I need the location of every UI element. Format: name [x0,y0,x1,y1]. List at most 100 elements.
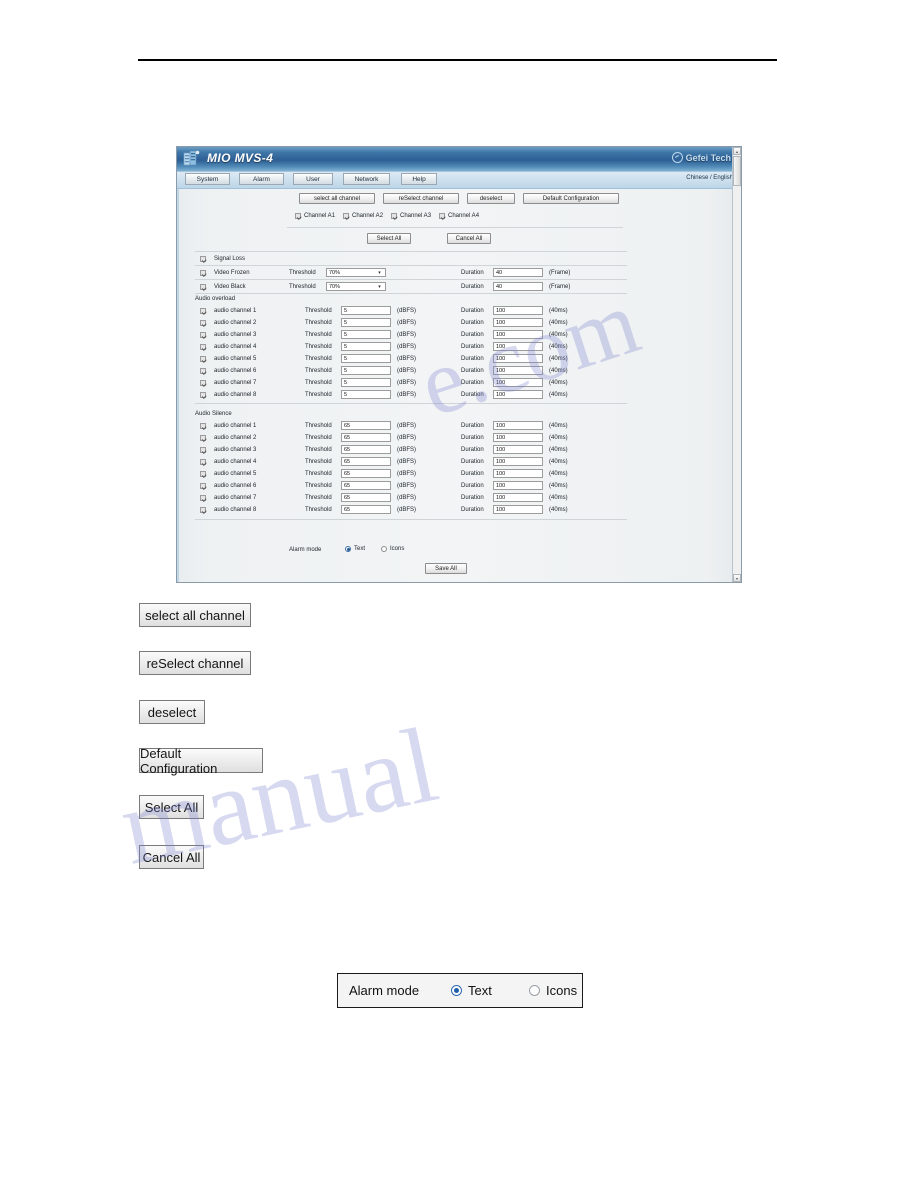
audio-overload-duration-input-2[interactable]: 100 [493,318,543,327]
checkbox-icon[interactable] [200,368,206,374]
checkbox-icon[interactable] [295,213,301,219]
audio-silence-threshold-input-6[interactable]: 65 [341,481,391,490]
callout-select-all-channel-button[interactable]: select all channel [139,603,251,627]
audio-overload-duration-input-7[interactable]: 100 [493,378,543,387]
radio-icon[interactable] [451,985,462,996]
audio-silence-duration-input-4[interactable]: 100 [493,457,543,466]
channel-checkbox-a2[interactable]: Channel A2 [343,213,383,219]
checkbox-icon[interactable] [200,459,206,465]
audio-silence-duration-input-5[interactable]: 100 [493,469,543,478]
callout-deselect-button[interactable]: deselect [139,700,205,724]
audio-silence-duration-input-2[interactable]: 100 [493,433,543,442]
audio-overload-duration-input-3[interactable]: 100 [493,330,543,339]
checkbox-icon[interactable] [200,507,206,513]
radio-icon[interactable] [381,546,387,552]
callout-text-radio[interactable]: Text [451,983,492,998]
checkbox-icon[interactable] [200,447,206,453]
audio-overload-row-2[interactable]: audio channel 2 Threshold 5 (dBFS) Duration 1… [195,317,725,329]
row-video-black[interactable]: Video Black Threshold 70% ▾ Duration 40 … [195,281,725,293]
checkbox-icon[interactable] [200,471,206,477]
audio-overload-row-5[interactable]: audio channel 5 Threshold 5 (dBFS) Duration 1… [195,353,725,365]
checkbox-icon[interactable] [200,332,206,338]
video-black-threshold-select[interactable]: 70% ▾ [326,282,386,291]
callout-cancel-all-button[interactable]: Cancel All [139,845,204,869]
tab-system[interactable]: System [185,173,230,185]
audio-overload-threshold-input-3[interactable]: 5 [341,330,391,339]
tab-user[interactable]: User [293,173,333,185]
audio-silence-threshold-input-7[interactable]: 65 [341,493,391,502]
callout-reselect-channel-button[interactable]: reSelect channel [139,651,251,675]
channel-checkbox-a3[interactable]: Channel A3 [391,213,431,219]
scrollbar-thumb[interactable] [733,156,741,186]
audio-overload-duration-input-5[interactable]: 100 [493,354,543,363]
audio-silence-threshold-input-8[interactable]: 65 [341,505,391,514]
audio-silence-duration-input-1[interactable]: 100 [493,421,543,430]
callout-icons-radio[interactable]: Icons [529,983,577,998]
checkbox-icon[interactable] [391,213,397,219]
row-video-frozen[interactable]: Video Frozen Threshold 70% ▾ Duration 40… [195,267,725,279]
scroll-up-button[interactable]: ▴ [733,147,741,155]
radio-icon[interactable] [529,985,540,996]
save-all-button[interactable]: Save All [425,563,467,574]
audio-silence-threshold-input-2[interactable]: 65 [341,433,391,442]
audio-overload-row-4[interactable]: audio channel 4 Threshold 5 (dBFS) Duration 1… [195,341,725,353]
audio-silence-row-5[interactable]: audio channel 5 Threshold 65 (dBFS) Duration… [195,468,725,480]
checkbox-icon[interactable] [200,392,206,398]
checkbox-icon[interactable] [200,483,206,489]
video-frozen-threshold-select[interactable]: 70% ▾ [326,268,386,277]
audio-silence-row-6[interactable]: audio channel 6 Threshold 65 (dBFS) Duration… [195,480,725,492]
audio-silence-row-7[interactable]: audio channel 7 Threshold 65 (dBFS) Duration… [195,492,725,504]
row-signal-loss[interactable]: Signal Loss [195,253,725,265]
audio-overload-duration-input-8[interactable]: 100 [493,390,543,399]
reselect-channel-button[interactable]: reSelect channel [383,193,459,204]
audio-overload-threshold-input-7[interactable]: 5 [341,378,391,387]
alarm-mode-icons-radio[interactable]: Icons [381,546,404,552]
select-all-channel-button[interactable]: select all channel [299,193,375,204]
audio-silence-row-4[interactable]: audio channel 4 Threshold 65 (dBFS) Duration… [195,456,725,468]
checkbox-icon[interactable] [200,308,206,314]
audio-silence-threshold-input-3[interactable]: 65 [341,445,391,454]
checkbox-icon[interactable] [200,270,206,276]
audio-overload-threshold-input-8[interactable]: 5 [341,390,391,399]
audio-overload-duration-input-4[interactable]: 100 [493,342,543,351]
video-black-duration-input[interactable]: 40 [493,282,543,291]
audio-silence-row-1[interactable]: audio channel 1 Threshold 65 (dBFS) Duration… [195,420,725,432]
alarm-mode-text-radio[interactable]: Text [345,546,365,552]
scroll-down-button[interactable]: ▾ [733,574,741,582]
audio-silence-duration-input-8[interactable]: 100 [493,505,543,514]
tab-network[interactable]: Network [343,173,390,185]
chevron-down-icon[interactable]: ▾ [375,283,384,290]
checkbox-icon[interactable] [200,435,206,441]
audio-overload-threshold-input-4[interactable]: 5 [341,342,391,351]
select-all-button[interactable]: Select All [367,233,411,244]
audio-overload-row-1[interactable]: audio channel 1 Threshold 5 (dBFS) Duration 1… [195,305,725,317]
audio-overload-duration-input-1[interactable]: 100 [493,306,543,315]
channel-checkbox-a4[interactable]: Channel A4 [439,213,479,219]
checkbox-icon[interactable] [200,344,206,350]
checkbox-icon[interactable] [200,423,206,429]
audio-overload-row-7[interactable]: audio channel 7 Threshold 5 (dBFS) Duration 1… [195,377,725,389]
vertical-scrollbar[interactable]: ▴ ▾ [732,147,741,582]
channel-checkbox-a1[interactable]: Channel A1 [295,213,335,219]
audio-silence-row-2[interactable]: audio channel 2 Threshold 65 (dBFS) Duration… [195,432,725,444]
checkbox-icon[interactable] [439,213,445,219]
audio-silence-row-3[interactable]: audio channel 3 Threshold 65 (dBFS) Duration… [195,444,725,456]
audio-silence-threshold-input-4[interactable]: 65 [341,457,391,466]
chevron-down-icon[interactable]: ▾ [375,269,384,276]
language-toggle-link[interactable]: Chinese / English [686,175,733,181]
audio-silence-duration-input-6[interactable]: 100 [493,481,543,490]
checkbox-icon[interactable] [200,256,206,262]
default-configuration-button[interactable]: Default Configuration [523,193,619,204]
checkbox-icon[interactable] [200,380,206,386]
audio-overload-row-8[interactable]: audio channel 8 Threshold 5 (dBFS) Duration 1… [195,389,725,401]
audio-silence-duration-input-7[interactable]: 100 [493,493,543,502]
audio-overload-threshold-input-2[interactable]: 5 [341,318,391,327]
checkbox-icon[interactable] [200,284,206,290]
audio-silence-threshold-input-1[interactable]: 65 [341,421,391,430]
audio-overload-threshold-input-5[interactable]: 5 [341,354,391,363]
deselect-button[interactable]: deselect [467,193,515,204]
radio-icon[interactable] [345,546,351,552]
tab-alarm[interactable]: Alarm [239,173,284,185]
audio-overload-row-6[interactable]: audio channel 6 Threshold 5 (dBFS) Duration 1… [195,365,725,377]
audio-overload-threshold-input-6[interactable]: 5 [341,366,391,375]
